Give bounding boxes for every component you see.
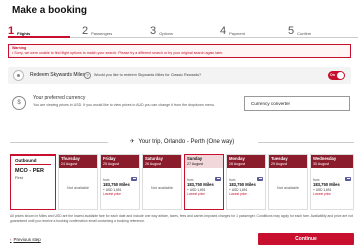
day-cell-thursday[interactable]: Thursday 24 August Not available (58, 154, 98, 210)
step-passengers[interactable]: 2 Passengers (82, 19, 112, 37)
day-body: Not available (269, 168, 307, 211)
step-label: Payment (229, 31, 245, 36)
day-header: Monday 28 August (227, 155, 265, 168)
step-number: 4 (220, 25, 227, 37)
chevron-left-icon: ‹ (10, 237, 12, 242)
booking-stepper: 1 Flights 2 Passengers 3 Options 4 Payme… (8, 19, 358, 38)
fare-cash: + USD 1,691 (103, 187, 122, 192)
skywards-label: Redeem Skywards Miles (30, 72, 86, 78)
day-header: Tuesday 29 August (269, 155, 307, 168)
currency-description: You are viewing prices in USD. If you wo… (33, 103, 215, 107)
not-available-text: Not available (277, 186, 299, 190)
day-date: 24 August (61, 161, 77, 166)
day-cell-friday[interactable]: Friday 25 August from 183,750 Miles + US… (100, 154, 140, 210)
step-payment[interactable]: 4 Payment (220, 19, 245, 37)
fare-disclaimer: All prices shown in Miles and USD are th… (10, 214, 353, 223)
currency-title: Your preferred currency (33, 95, 86, 101)
step-number: 2 (82, 25, 89, 37)
lowest-price-tag: Lowest price (229, 192, 247, 196)
previous-step-link[interactable]: ‹ Previous step (10, 237, 41, 242)
day-body: Not available (59, 168, 97, 211)
step-options[interactable]: 3 Options (150, 19, 173, 37)
day-body: Not available (143, 168, 181, 211)
day-header: Wednesday 30 August (311, 155, 353, 168)
lowest-price-tag: Lowest price (187, 192, 205, 196)
step-number: 3 (150, 25, 157, 37)
fare-cash: + USD 1,691 (229, 187, 248, 192)
currency-icon (12, 96, 26, 110)
day-header: Saturday 26 August (143, 155, 181, 168)
not-available-text: Not available (67, 186, 89, 190)
fare-cash: + USD 1,691 (313, 187, 332, 192)
not-available-text: Not available (151, 186, 173, 190)
step-number: 5 (288, 25, 295, 37)
warning-message: • Sorry, we were unable to find flight o… (12, 50, 224, 55)
day-body: from 183,750 Miles + USD 1,691 Lowest pr… (101, 168, 139, 211)
outbound-card: Outbound MCO - PER First (10, 154, 56, 210)
continue-button[interactable]: Continue (258, 233, 354, 245)
day-cell-wednesday[interactable]: Wednesday 30 August from 183,750 Miles +… (310, 154, 354, 210)
skywards-panel: Redeem Skywards Miles ? Would you like t… (8, 67, 351, 84)
currency-converter-field[interactable]: Currency converter (244, 96, 350, 111)
trip-heading: ✈ Your trip, Orlando - Perth (One way) (100, 138, 264, 145)
skywards-question: Would you like to redeem Skywards Miles … (94, 73, 202, 77)
ticket-icon (215, 177, 221, 181)
warning-banner: Warning • Sorry, we were unable to find … (8, 44, 351, 58)
day-date: 27 August (187, 161, 203, 166)
plane-icon: ✈ (129, 139, 135, 145)
step-label: Passengers (91, 31, 113, 36)
toggle-text: On (330, 73, 335, 77)
page-title: Make a booking (12, 5, 88, 16)
fare-miles: 183,750 Miles (313, 182, 340, 187)
trip-divider-left (10, 142, 108, 143)
day-date: 30 August (313, 161, 329, 166)
ticket-icon (345, 177, 351, 181)
day-cell-monday[interactable]: Monday 28 August from 183,750 Miles + US… (226, 154, 266, 210)
step-flights[interactable]: 1 Flights (8, 19, 30, 37)
previous-step-label: Previous step (13, 237, 41, 242)
lowest-price-tag: Lowest price (313, 192, 331, 196)
trip-route: Orlando - Perth (163, 139, 205, 145)
redeem-miles-toggle[interactable]: On (328, 71, 345, 80)
day-body: from 183,750 Miles + USD 1,691 Lowest pr… (227, 168, 265, 211)
trip-divider-right (258, 142, 354, 143)
ticket-icon (131, 177, 137, 181)
day-date: 26 August (145, 161, 161, 166)
day-header: Friday 25 August (101, 155, 139, 168)
fare-miles: 183,750 Miles (103, 182, 130, 187)
outbound-route: MCO - PER (15, 168, 45, 174)
info-icon[interactable]: ? (84, 72, 91, 79)
trip-type: (One way) (206, 139, 235, 145)
day-cell-saturday[interactable]: Saturday 26 August Not available (142, 154, 182, 210)
day-body: from 183,750 Miles + USD 1,691 Lowest pr… (185, 168, 223, 211)
fare-miles: 183,750 Miles (229, 182, 256, 187)
stepper-active-indicator (8, 36, 70, 38)
day-cell-tuesday[interactable]: Tuesday 29 August Not available (268, 154, 308, 210)
outbound-cabin: First (15, 175, 23, 180)
day-date: 25 August (103, 161, 119, 166)
skywards-logo-icon (13, 70, 24, 81)
date-calendar: Thursday 24 August Not available Friday … (58, 154, 354, 210)
day-date: 29 August (271, 161, 287, 166)
step-label: Options (159, 31, 173, 36)
day-cell-sunday[interactable]: Sunday 27 August from 183,750 Miles + US… (184, 154, 224, 210)
day-date: 28 August (229, 161, 245, 166)
trip-prefix: Your trip, (138, 139, 163, 145)
lowest-price-tag: Lowest price (103, 192, 121, 196)
step-label: Confirm (297, 31, 312, 36)
day-header: Thursday 24 August (59, 155, 97, 168)
step-confirm[interactable]: 5 Confirm (288, 19, 311, 37)
fare-cash: + USD 1,691 (187, 187, 206, 192)
day-body: from 183,750 Miles + USD 1,691 Lowest pr… (311, 168, 353, 211)
fare-miles: 183,750 Miles (187, 182, 214, 187)
ticket-icon (257, 177, 263, 181)
toggle-knob (337, 72, 344, 79)
outbound-title: Outbound (15, 158, 51, 165)
day-header: Sunday 27 August (185, 155, 223, 168)
